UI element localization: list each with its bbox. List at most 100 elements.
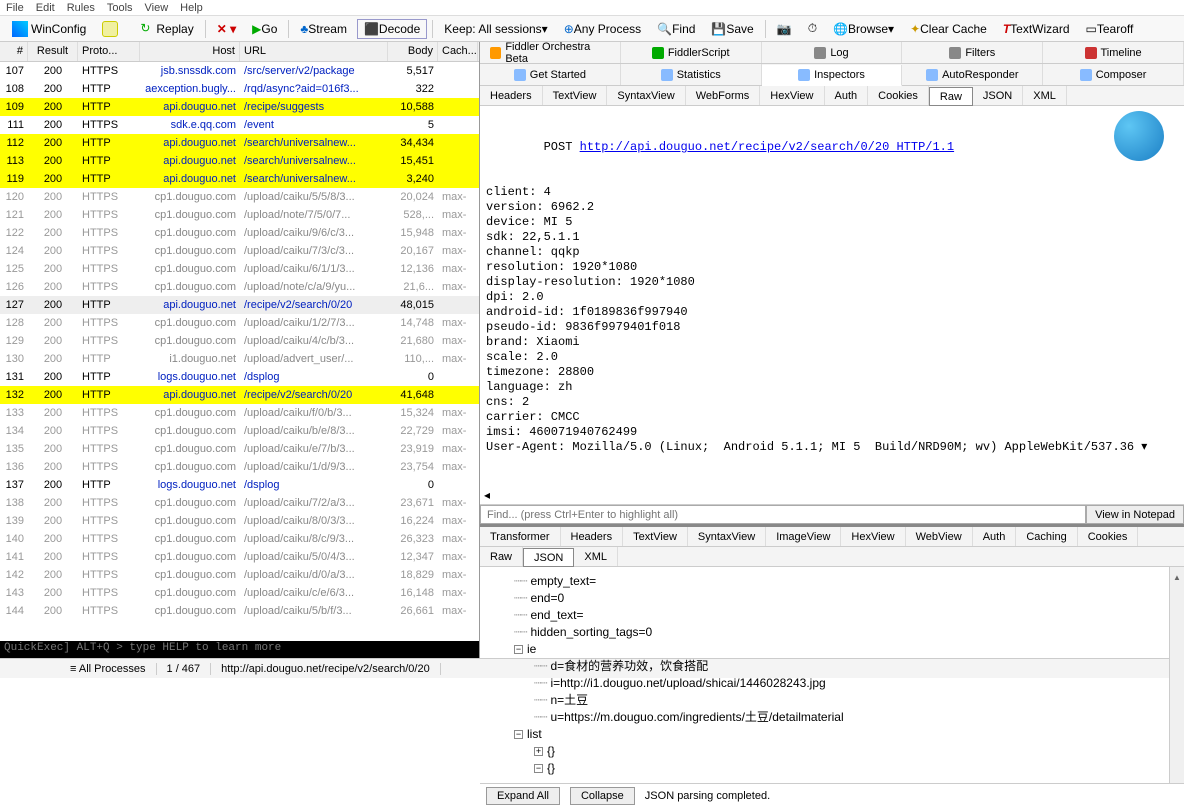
req-tab-json[interactable]: JSON xyxy=(973,86,1023,105)
json-node[interactable]: ┈┈end_text= xyxy=(484,607,1180,624)
replay-button[interactable]: ↻Replay xyxy=(131,19,199,39)
req-tab-hexview[interactable]: HexView xyxy=(760,86,824,105)
find-input[interactable] xyxy=(480,505,1086,524)
menu-rules[interactable]: Rules xyxy=(67,2,95,14)
session-row[interactable]: 107200HTTPSjsb.snssdk.com/src/server/v2/… xyxy=(0,62,479,80)
expand-all-button[interactable]: Expand All xyxy=(486,787,560,805)
session-row[interactable]: 139200HTTPScp1.douguo.com/upload/caiku/8… xyxy=(0,512,479,530)
scrollbar-vertical[interactable] xyxy=(1169,567,1184,783)
json-node[interactable]: ┈┈d=食材的营养功效，饮食搭配 xyxy=(484,658,1180,675)
json-node[interactable]: ┈┈u=https://m.douguo.com/ingredients/土豆/… xyxy=(484,709,1180,726)
find-button[interactable]: 🔍 Find xyxy=(651,20,701,38)
json-node[interactable]: ┈┈empty_text= xyxy=(484,573,1180,590)
session-row[interactable]: 132200HTTPapi.douguo.net/recipe/v2/searc… xyxy=(0,386,479,404)
session-row[interactable]: 131200HTTPlogs.douguo.net/dsplog0 xyxy=(0,368,479,386)
req-tab-raw[interactable]: Raw xyxy=(929,87,973,106)
json-node[interactable]: +{} xyxy=(484,743,1180,760)
screenshot-button[interactable]: 📷 xyxy=(771,20,798,38)
session-row[interactable]: 134200HTTPScp1.douguo.com/upload/caiku/b… xyxy=(0,422,479,440)
session-row[interactable]: 108200HTTPaexception.bugly.../rqd/async?… xyxy=(0,80,479,98)
resp-tab-auth[interactable]: Auth xyxy=(973,527,1017,546)
req-tab-auth[interactable]: Auth xyxy=(825,86,869,105)
tab-fiddler-orchestra-beta[interactable]: Fiddler Orchestra Beta xyxy=(480,42,621,63)
winconfig-button[interactable]: WinConfig xyxy=(6,19,92,39)
resp-tab-syntaxview[interactable]: SyntaxView xyxy=(688,527,766,546)
keep-dropdown[interactable]: Keep: All sessions ▾ xyxy=(438,20,553,38)
resp-tab-headers[interactable]: Headers xyxy=(561,527,624,546)
json-node[interactable]: ┈┈n=土豆 xyxy=(484,692,1180,709)
tab-inspectors[interactable]: Inspectors xyxy=(762,65,903,86)
session-row[interactable]: 109200HTTPapi.douguo.net/recipe/suggests… xyxy=(0,98,479,116)
resp-subtab-xml[interactable]: XML xyxy=(574,547,618,566)
json-node[interactable]: ┈┈end=0 xyxy=(484,590,1180,607)
session-row[interactable]: 113200HTTPapi.douguo.net/search/universa… xyxy=(0,152,479,170)
clearcache-button[interactable]: ✦ Clear Cache xyxy=(904,20,993,38)
req-tab-xml[interactable]: XML xyxy=(1023,86,1067,105)
tab-filters[interactable]: Filters xyxy=(902,42,1043,63)
resp-tab-textview[interactable]: TextView xyxy=(623,527,688,546)
tab-autoresponder[interactable]: AutoResponder xyxy=(902,64,1043,85)
session-row[interactable]: 141200HTTPScp1.douguo.com/upload/caiku/5… xyxy=(0,548,479,566)
resp-subtab-json[interactable]: JSON xyxy=(523,548,574,567)
timer-button[interactable]: ⏱ xyxy=(802,19,823,38)
stream-button[interactable]: ♣ Stream xyxy=(294,20,353,38)
json-tree-view[interactable]: ┈┈empty_text=┈┈end=0┈┈end_text=┈┈hidden_… xyxy=(480,567,1184,783)
session-row[interactable]: 143200HTTPScp1.douguo.com/upload/caiku/c… xyxy=(0,584,479,602)
view-notepad-button[interactable]: View in Notepad xyxy=(1086,505,1184,524)
session-grid[interactable]: 107200HTTPSjsb.snssdk.com/src/server/v2/… xyxy=(0,62,479,641)
session-row[interactable]: 135200HTTPScp1.douguo.com/upload/caiku/e… xyxy=(0,440,479,458)
request-raw-view[interactable]: POST http://api.douguo.net/recipe/v2/sea… xyxy=(480,106,1184,504)
session-row[interactable]: 140200HTTPScp1.douguo.com/upload/caiku/8… xyxy=(0,530,479,548)
tearoff-button[interactable]: ▭ Tearoff xyxy=(1080,20,1140,38)
resp-subtab-raw[interactable]: Raw xyxy=(480,547,523,566)
session-row[interactable]: 136200HTTPScp1.douguo.com/upload/caiku/1… xyxy=(0,458,479,476)
session-row[interactable]: 112200HTTPapi.douguo.net/search/universa… xyxy=(0,134,479,152)
session-row[interactable]: 126200HTTPScp1.douguo.com/upload/note/c/… xyxy=(0,278,479,296)
session-row[interactable]: 120200HTTPScp1.douguo.com/upload/caiku/5… xyxy=(0,188,479,206)
session-row[interactable]: 129200HTTPScp1.douguo.com/upload/caiku/4… xyxy=(0,332,479,350)
req-tab-webforms[interactable]: WebForms xyxy=(686,86,761,105)
session-row[interactable]: 144200HTTPScp1.douguo.com/upload/caiku/5… xyxy=(0,602,479,620)
session-row[interactable]: 122200HTTPScp1.douguo.com/upload/caiku/9… xyxy=(0,224,479,242)
resp-tab-transformer[interactable]: Transformer xyxy=(480,527,561,546)
session-row[interactable]: 137200HTTPlogs.douguo.net/dsplog0 xyxy=(0,476,479,494)
go-button[interactable]: ▶ Go xyxy=(246,20,283,38)
session-row[interactable]: 127200HTTPapi.douguo.net/recipe/v2/searc… xyxy=(0,296,479,314)
menu-view[interactable]: View xyxy=(145,2,169,14)
req-tab-cookies[interactable]: Cookies xyxy=(868,86,929,105)
resp-tab-caching[interactable]: Caching xyxy=(1016,527,1077,546)
menu-edit[interactable]: Edit xyxy=(36,2,55,14)
session-row[interactable]: 138200HTTPScp1.douguo.com/upload/caiku/7… xyxy=(0,494,479,512)
tab-log[interactable]: Log xyxy=(762,42,903,63)
tab-get-started[interactable]: Get Started xyxy=(480,64,621,85)
menu-tools[interactable]: Tools xyxy=(107,2,133,14)
anyprocess-button[interactable]: ⊕ Any Process xyxy=(558,20,647,38)
resp-tab-hexview[interactable]: HexView xyxy=(841,527,905,546)
raw-url-link[interactable]: http://api.douguo.net/recipe/v2/search/0… xyxy=(580,140,954,154)
session-row[interactable]: 128200HTTPScp1.douguo.com/upload/caiku/1… xyxy=(0,314,479,332)
tab-fiddlerscript[interactable]: FiddlerScript xyxy=(621,42,762,63)
tab-composer[interactable]: Composer xyxy=(1043,64,1184,85)
tab-statistics[interactable]: Statistics xyxy=(621,64,762,85)
menu-help[interactable]: Help xyxy=(180,2,203,14)
session-row[interactable]: 119200HTTPapi.douguo.net/search/universa… xyxy=(0,170,479,188)
menu-file[interactable]: File xyxy=(6,2,24,14)
req-tab-syntaxview[interactable]: SyntaxView xyxy=(607,86,685,105)
browse-button[interactable]: 🌐 Browse ▾ xyxy=(827,20,900,38)
req-tab-textview[interactable]: TextView xyxy=(543,86,608,105)
resp-tab-webview[interactable]: WebView xyxy=(906,527,973,546)
resp-tab-cookies[interactable]: Cookies xyxy=(1078,527,1139,546)
remove-button[interactable]: ✕ ▾ xyxy=(211,20,242,38)
req-tab-headers[interactable]: Headers xyxy=(480,86,543,105)
session-row[interactable]: 125200HTTPScp1.douguo.com/upload/caiku/6… xyxy=(0,260,479,278)
comment-button[interactable] xyxy=(96,19,127,39)
json-node[interactable]: ┈┈hidden_sorting_tags=0 xyxy=(484,624,1180,641)
quickexec-bar[interactable]: QuickExec] ALT+Q > type HELP to learn mo… xyxy=(0,641,479,658)
session-row[interactable]: 133200HTTPScp1.douguo.com/upload/caiku/f… xyxy=(0,404,479,422)
session-row[interactable]: 121200HTTPScp1.douguo.com/upload/note/7/… xyxy=(0,206,479,224)
session-row[interactable]: 111200HTTPSsdk.e.qq.com/event5 xyxy=(0,116,479,134)
save-button[interactable]: 💾 Save xyxy=(705,20,759,38)
session-row[interactable]: 124200HTTPScp1.douguo.com/upload/caiku/7… xyxy=(0,242,479,260)
session-row[interactable]: 130200HTTPi1.douguo.net/upload/advert_us… xyxy=(0,350,479,368)
json-node[interactable]: −ie xyxy=(484,641,1180,658)
